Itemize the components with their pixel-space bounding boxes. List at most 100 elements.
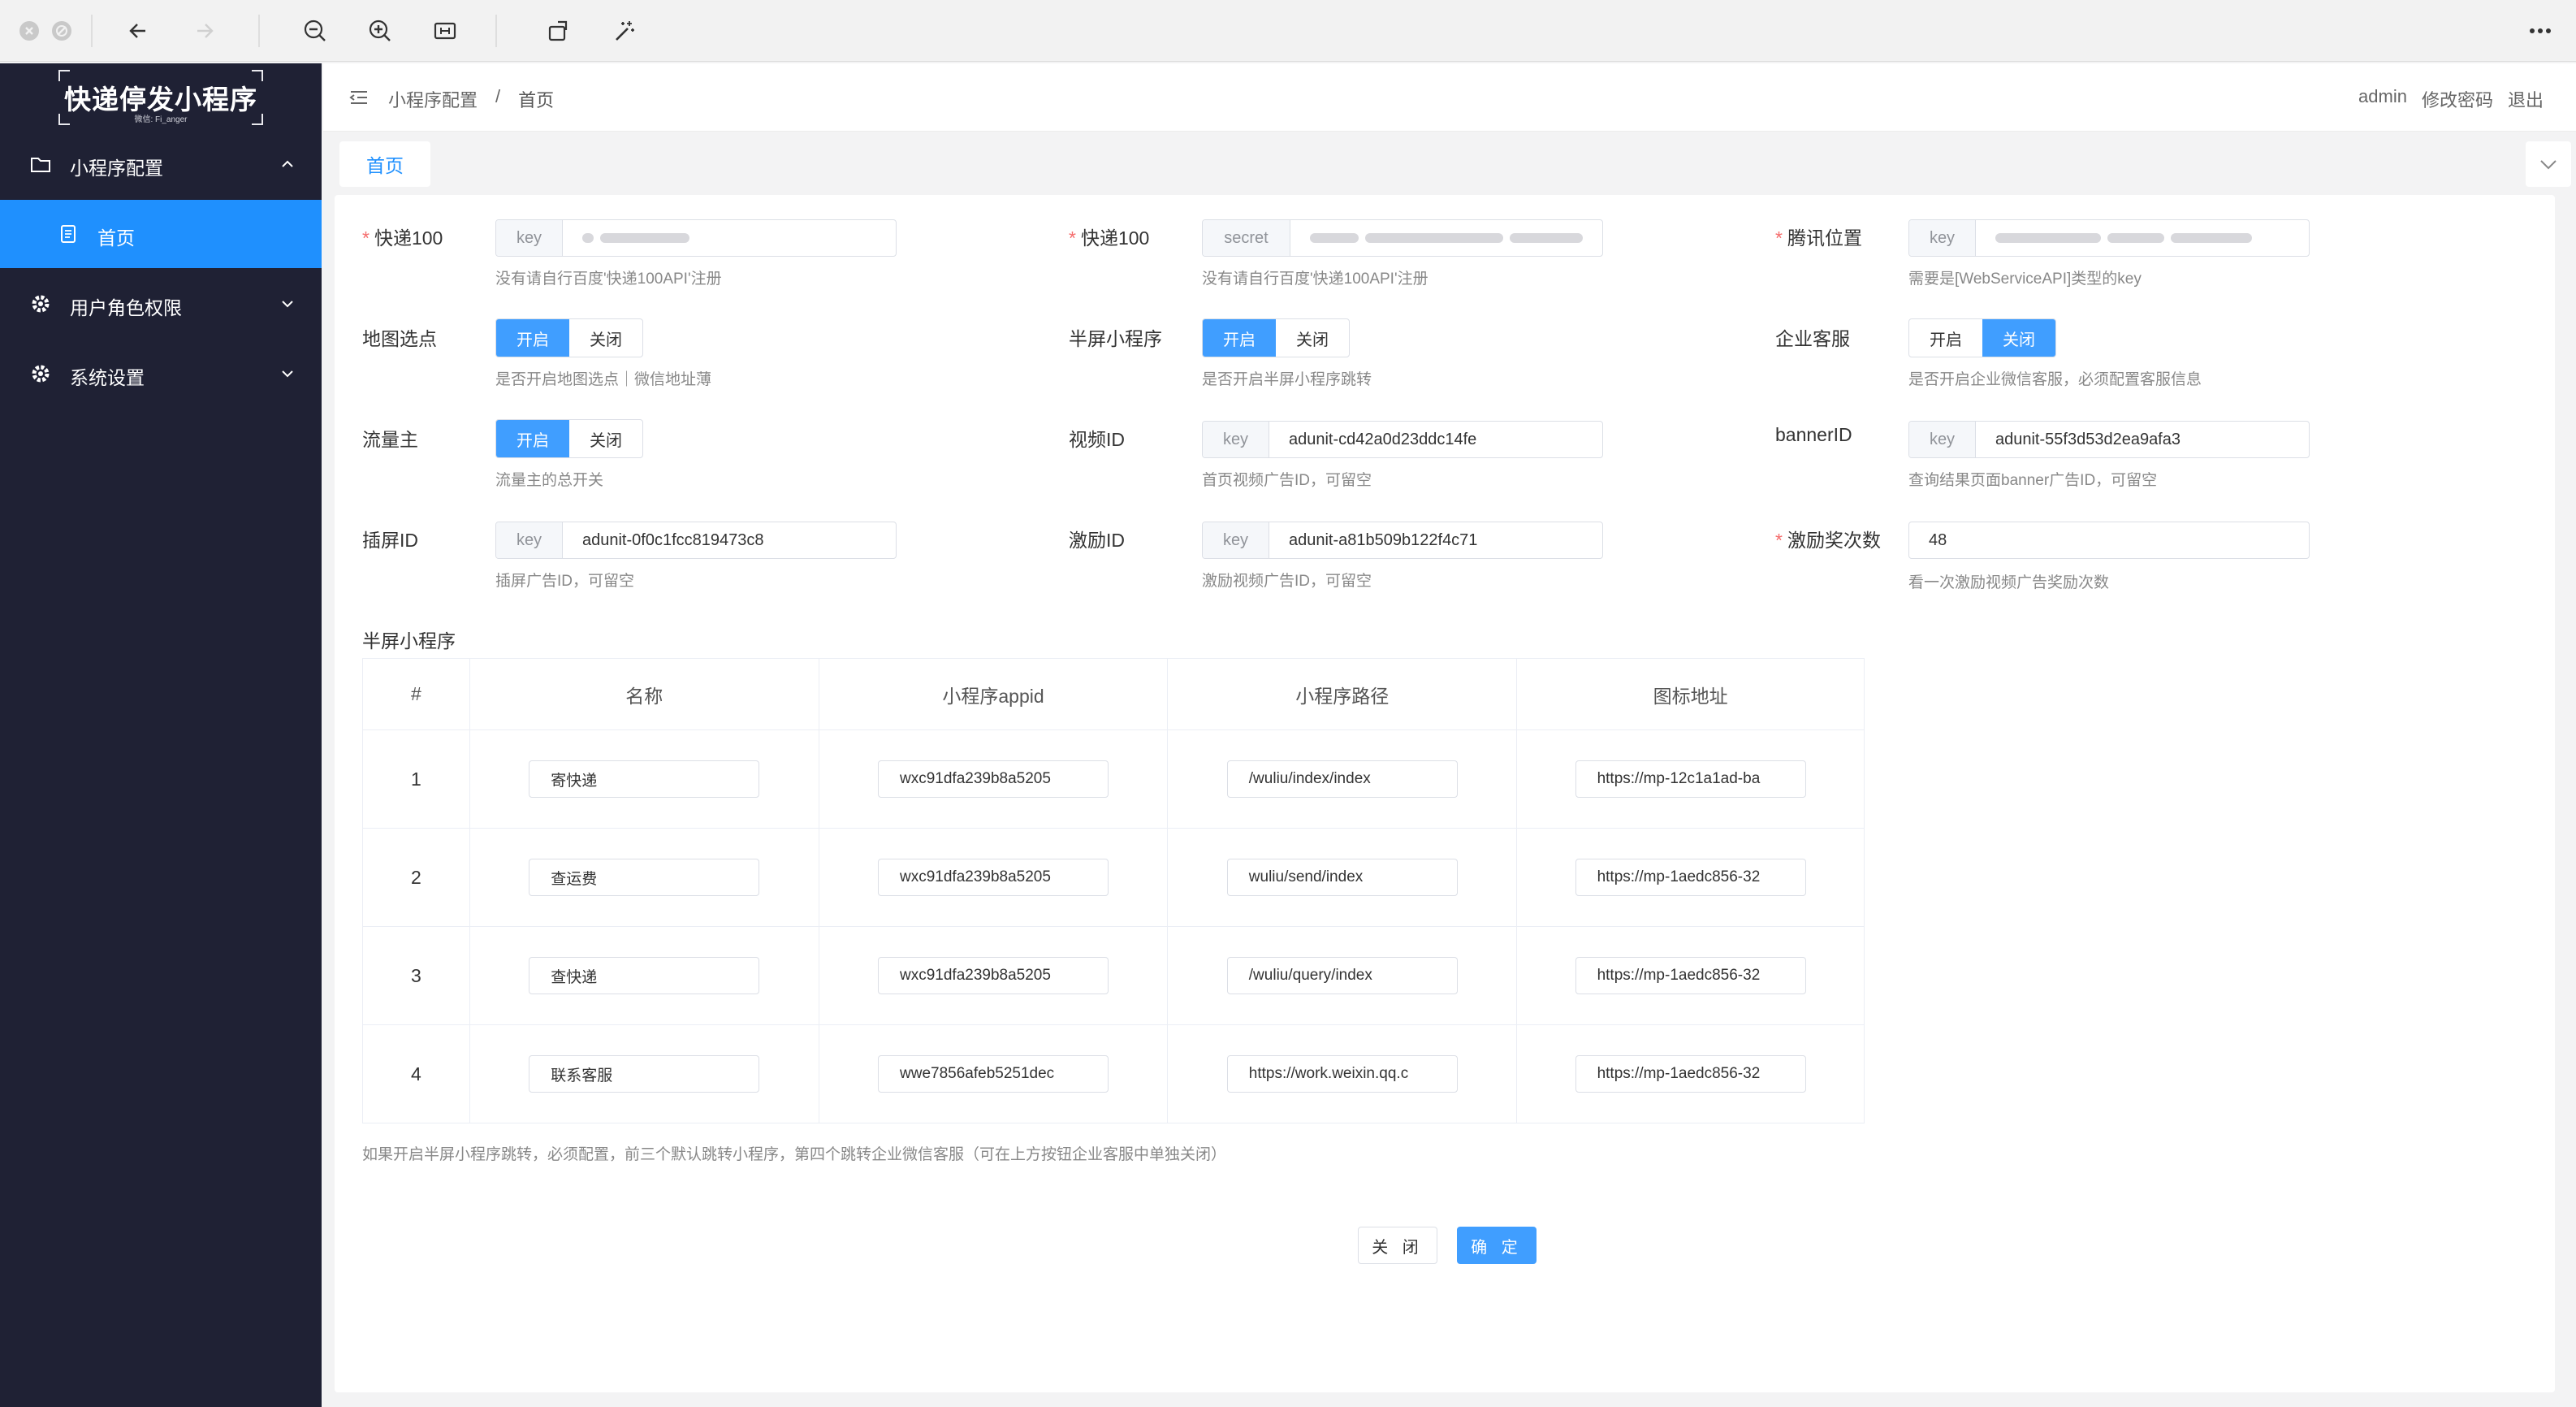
kuaidi100-secret-input[interactable]: secret [1202, 219, 1603, 257]
toggle-on-button[interactable]: 开启 [496, 319, 569, 357]
sidebar-item-label: 小程序配置 [70, 158, 163, 179]
input-prefix: key [1203, 522, 1269, 558]
breadcrumb: 小程序配置 / 首页 [388, 86, 554, 112]
stop-icon[interactable] [47, 15, 76, 47]
name-input[interactable]: 寄快递 [529, 760, 760, 798]
interstitial-id-input[interactable]: key adunit-0f0c1fcc819473c8 [495, 522, 897, 559]
row-index: 4 [362, 1024, 470, 1123]
confirm-button[interactable]: 确 定 [1457, 1227, 1537, 1264]
path-input[interactable]: /wuliu/query/index [1226, 957, 1458, 994]
fit-page-icon[interactable] [429, 15, 461, 47]
row-index: 3 [362, 926, 470, 1025]
back-arrow-icon[interactable] [122, 15, 154, 47]
icon-url-input[interactable]: https://mp-1aedc856-32 [1575, 859, 1806, 896]
input-prefix: secret [1203, 220, 1290, 256]
path-input[interactable]: /wuliu/index/index [1226, 760, 1458, 798]
icon-url-input[interactable]: https://mp-1aedc856-32 [1575, 957, 1806, 994]
field-label: * 快递100 [1069, 227, 1150, 249]
appid-cell: wxc91dfa239b8a5205 [818, 729, 1169, 829]
toggle-off-button[interactable]: 关闭 [569, 319, 642, 357]
reward-id-input[interactable]: key adunit-a81b509b122f4c71 [1202, 522, 1603, 559]
name-cell: 联系客服 [469, 1024, 819, 1123]
toggle-on-button[interactable]: 开启 [1203, 319, 1276, 357]
input-prefix: key [1203, 422, 1269, 457]
sidebar-item-label: 首页 [97, 227, 135, 249]
path-cell: https://work.weixin.qq.c [1167, 1024, 1518, 1123]
field-label: * 快递100 [362, 227, 443, 249]
field-label: 视频ID [1069, 429, 1125, 450]
path-cell: wuliu/send/index [1167, 828, 1518, 927]
toggle-off-button[interactable]: 关闭 [1982, 319, 2055, 357]
toggle-off-button[interactable]: 关闭 [569, 420, 642, 457]
appid-input[interactable]: wxc91dfa239b8a5205 [878, 859, 1109, 896]
sidebar-item-label: 系统设置 [70, 367, 145, 388]
icon-url-input[interactable]: https://mp-12c1a1ad-ba [1575, 760, 1806, 798]
video-id-input[interactable]: key adunit-cd42a0d23ddc14fe [1202, 421, 1603, 458]
field-label: 激励ID [1069, 530, 1125, 551]
name-input[interactable]: 查运费 [529, 859, 760, 896]
input-prefix: key [1909, 422, 1976, 457]
sidebar-item-system-settings[interactable]: 系统设置 [0, 340, 322, 408]
forward-arrow-icon[interactable] [188, 15, 221, 47]
input-value: adunit-a81b509b122f4c71 [1289, 530, 1478, 549]
toggle-off-button[interactable]: 关闭 [1276, 319, 1349, 357]
breadcrumb-separator: / [495, 86, 501, 106]
sidebar-item-user-roles[interactable]: 用户角色权限 [0, 270, 322, 338]
magic-wand-icon[interactable] [607, 15, 640, 47]
logout-link[interactable]: 退出 [2508, 86, 2544, 112]
zoom-out-icon[interactable] [299, 15, 331, 47]
input-prefix: key [496, 522, 563, 558]
tabs-dropdown-button[interactable] [2526, 141, 2571, 187]
tencent-location-key-input[interactable]: key [1908, 219, 2310, 257]
toggle-on-button[interactable]: 开启 [496, 420, 569, 457]
rotate-icon[interactable] [542, 15, 575, 47]
input-value: adunit-55f3d53d2ea9afa3 [1995, 430, 2181, 448]
row-index: 2 [362, 828, 470, 927]
field-label: * 激励奖次数 [1775, 530, 1881, 551]
column-header: 图标地址 [1516, 658, 1865, 730]
document-icon [57, 223, 80, 245]
column-header: 小程序路径 [1167, 658, 1518, 730]
chevron-up-icon [279, 156, 296, 172]
name-input[interactable]: 联系客服 [529, 1055, 760, 1093]
field-label: 流量主 [362, 429, 418, 450]
chevron-down-icon [279, 366, 296, 382]
field-hint: 插屏广告ID，可留空 [495, 573, 635, 590]
breadcrumb-item[interactable]: 小程序配置 [388, 86, 478, 112]
zoom-in-icon[interactable] [364, 15, 396, 47]
name-input[interactable]: 查快递 [529, 957, 760, 994]
sidebar-item-home[interactable]: 首页 [0, 200, 322, 268]
field-label: bannerID [1775, 424, 1852, 445]
logo-subtitle: 微信: Fi_anger [134, 115, 188, 124]
more-options-icon[interactable] [2524, 15, 2557, 47]
icon-url-input[interactable]: https://mp-1aedc856-32 [1575, 1055, 1806, 1093]
collapse-menu-icon[interactable] [348, 86, 370, 109]
username-link[interactable]: admin [2358, 86, 2407, 112]
change-password-link[interactable]: 修改密码 [2422, 86, 2493, 112]
close-window-icon[interactable] [15, 15, 44, 47]
icon-url-cell: https://mp-12c1a1ad-ba [1516, 729, 1865, 829]
sidebar: 快递停发小程序 微信: Fi_anger 小程序配置 首页 用户角色权限 系统设… [0, 63, 322, 1407]
config-form: * 快递100 key 没有请自行百度'快递100API'注册 * 快递100 se… [335, 195, 2555, 1392]
reward-count-input[interactable]: 48 [1908, 522, 2310, 559]
tab-home[interactable]: 首页 [339, 141, 430, 187]
path-input[interactable]: wuliu/send/index [1226, 859, 1458, 896]
sidebar-item-mini-program-config[interactable]: 小程序配置 [0, 130, 322, 198]
appid-input[interactable]: wxc91dfa239b8a5205 [878, 957, 1109, 994]
user-menu: admin 修改密码 退出 [2358, 86, 2544, 112]
appid-input[interactable]: wxc91dfa239b8a5205 [878, 760, 1109, 798]
banner-id-input[interactable]: key adunit-55f3d53d2ea9afa3 [1908, 421, 2310, 458]
masked-value [1290, 220, 1602, 256]
kuaidi100-key-input[interactable]: key [495, 219, 897, 257]
gear-icon [29, 292, 52, 315]
name-cell: 查运费 [469, 828, 819, 927]
gear-icon [29, 362, 52, 385]
table-row: 4 联系客服 wwe7856afeb5251dec https://work.w… [362, 1024, 1865, 1123]
toggle-on-button[interactable]: 开启 [1909, 319, 1982, 357]
enterprise-cs-toggle: 开启 关闭 [1908, 318, 2056, 357]
appid-input[interactable]: wwe7856afeb5251dec [878, 1055, 1109, 1093]
close-button[interactable]: 关 闭 [1358, 1227, 1437, 1264]
path-input[interactable]: https://work.weixin.qq.c [1226, 1055, 1458, 1093]
name-cell: 查快递 [469, 926, 819, 1025]
field-label: * 腾讯位置 [1775, 227, 1862, 249]
